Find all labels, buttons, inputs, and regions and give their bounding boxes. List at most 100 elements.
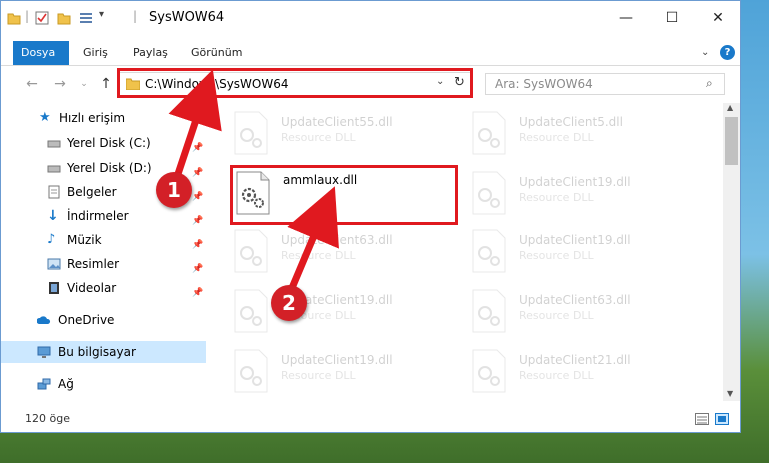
- status-bar: 120 öge: [1, 405, 740, 432]
- file-item[interactable]: UpdateClient63.dll Resource DLL: [471, 287, 701, 343]
- sidebar-item-label: Yerel Disk (C:): [67, 136, 151, 150]
- sidebar-item-label: Videolar: [67, 281, 117, 295]
- sidebar-item-label: Yerel Disk (D:): [67, 161, 152, 175]
- sidebar-item-onedrive[interactable]: OneDrive: [1, 309, 206, 331]
- sidebar-item-quick-access[interactable]: ★ Hızlı erişim: [1, 107, 206, 129]
- scroll-up-icon[interactable]: ▲: [727, 103, 733, 112]
- sidebar-item-music[interactable]: ♪ Müzik 📌: [1, 229, 206, 251]
- download-icon: ↓: [47, 208, 59, 224]
- file-name: UpdateClient63.dll: [281, 233, 393, 247]
- file-item[interactable]: UpdateClient63.dll Resource DLL: [233, 227, 463, 283]
- vertical-scrollbar[interactable]: ▲ ▼: [723, 103, 740, 401]
- scroll-thumb[interactable]: [725, 117, 738, 165]
- up-icon[interactable]: ↑: [97, 75, 115, 93]
- dll-file-icon: [234, 289, 268, 333]
- sidebar-item-label: Bu bilgisayar: [58, 345, 136, 359]
- file-name: UpdateClient5.dll: [519, 115, 623, 129]
- network-icon: [37, 378, 51, 390]
- dll-file-icon: [472, 289, 506, 333]
- step-1-badge: 1: [156, 172, 192, 208]
- pin-icon[interactable]: 📌: [192, 137, 203, 159]
- window-title: SysWOW64: [149, 10, 225, 25]
- dll-file-icon: [472, 111, 506, 155]
- large-icons-view-icon[interactable]: [715, 413, 729, 425]
- drive-icon: [47, 165, 61, 173]
- maximize-button[interactable]: ☐: [649, 1, 695, 35]
- sidebar-item-label: Resimler: [67, 257, 120, 271]
- file-name: UpdateClient63.dll: [519, 293, 631, 307]
- recent-locations-icon[interactable]: ⌄: [75, 75, 93, 93]
- sidebar-item-this-pc[interactable]: Bu bilgisayar: [1, 341, 206, 363]
- file-item[interactable]: UpdateClient21.dll Resource DLL: [471, 347, 701, 401]
- tab-dosya[interactable]: Dosya: [13, 41, 69, 65]
- file-name: UpdateClient19.dll: [519, 233, 631, 247]
- dll-file-icon: [472, 349, 506, 393]
- cloud-icon: [37, 316, 51, 324]
- sidebar-item-videos[interactable]: Videolar 📌: [1, 277, 206, 299]
- separator: |: [133, 9, 138, 23]
- sidebar-item-label: Hızlı erişim: [59, 111, 126, 125]
- sidebar-item-label: Belgeler: [67, 185, 117, 199]
- sidebar-item-label: Ağ: [58, 377, 74, 391]
- tab-gorunum[interactable]: Görünüm: [183, 41, 250, 65]
- file-type: Resource DLL: [519, 249, 594, 262]
- sidebar-item-network[interactable]: Ağ: [1, 373, 206, 395]
- minimize-button[interactable]: —: [603, 1, 649, 35]
- sidebar-item-label: Müzik: [67, 233, 102, 247]
- video-icon: [49, 282, 59, 294]
- navigation-pane: ★ Hızlı erişim Yerel Disk (C:) 📌 Yerel D…: [1, 103, 206, 401]
- search-placeholder: Ara: SysWOW64: [495, 77, 593, 91]
- file-type: Resource DLL: [519, 309, 594, 322]
- properties-icon[interactable]: [35, 11, 49, 25]
- details-view-icon[interactable]: [695, 413, 709, 425]
- file-item[interactable]: UpdateClient19.dll Resource DLL: [233, 287, 463, 343]
- file-type: Resource DLL: [519, 369, 594, 382]
- address-highlight: [117, 68, 473, 98]
- file-item[interactable]: UpdateClient55.dll Resource DLL: [233, 109, 463, 165]
- star-icon: ★: [39, 110, 51, 125]
- new-folder-icon[interactable]: [57, 11, 71, 25]
- file-item[interactable]: UpdateClient19.dll Resource DLL: [471, 227, 701, 283]
- sidebar-item-local-disk-c[interactable]: Yerel Disk (C:) 📌: [1, 132, 206, 154]
- dll-file-icon: [234, 349, 268, 393]
- ribbon-tabs: Dosya Giriş Paylaş Görünüm ⌄ ?: [1, 41, 740, 66]
- computer-icon: [37, 346, 51, 358]
- tab-paylas[interactable]: Paylaş: [125, 41, 176, 65]
- dll-file-icon: [234, 111, 268, 155]
- file-name: UpdateClient19.dll: [281, 353, 393, 367]
- file-type: Resource DLL: [281, 369, 356, 382]
- search-input[interactable]: Ara: SysWOW64 ⌕: [485, 73, 725, 95]
- chevron-down-icon[interactable]: ⌄: [701, 47, 709, 58]
- pin-icon[interactable]: 📌: [192, 282, 203, 304]
- step-2-badge: 2: [271, 285, 307, 321]
- help-icon[interactable]: ?: [720, 45, 735, 60]
- file-type: Resource DLL: [519, 131, 594, 144]
- chevron-down-icon[interactable]: ▾: [99, 9, 104, 20]
- title-bar: | ▾ | SysWOW64 — ☐ ✕: [1, 1, 740, 35]
- file-name: UpdateClient55.dll: [281, 115, 393, 129]
- file-list: UpdateClient55.dll Resource DLL UpdateCl…: [213, 103, 723, 401]
- sidebar-item-pictures[interactable]: Resimler 📌: [1, 253, 206, 275]
- separator: |: [25, 9, 30, 23]
- view-options-icon[interactable]: [79, 11, 93, 25]
- back-icon[interactable]: ←: [23, 75, 41, 93]
- document-icon: [48, 185, 60, 199]
- pictures-icon: [47, 258, 61, 270]
- dll-file-icon: [234, 229, 268, 273]
- drive-icon: [47, 140, 61, 148]
- sidebar-item-label: OneDrive: [58, 313, 115, 327]
- forward-icon[interactable]: →: [51, 75, 69, 93]
- dll-file-icon: [472, 229, 506, 273]
- file-type: Resource DLL: [281, 249, 356, 262]
- file-item[interactable]: UpdateClient19.dll Resource DLL: [471, 169, 701, 225]
- item-count: 120 öge: [25, 412, 70, 425]
- file-item[interactable]: UpdateClient5.dll Resource DLL: [471, 109, 701, 165]
- scroll-down-icon[interactable]: ▼: [727, 389, 733, 398]
- sidebar-item-downloads[interactable]: ↓ İndirmeler 📌: [1, 205, 206, 227]
- close-button[interactable]: ✕: [695, 1, 740, 35]
- tab-giris[interactable]: Giriş: [75, 41, 116, 65]
- file-name: UpdateClient21.dll: [519, 353, 631, 367]
- search-icon[interactable]: ⌕: [706, 76, 713, 91]
- file-item[interactable]: UpdateClient19.dll Resource DLL: [233, 347, 463, 401]
- file-name: UpdateClient19.dll: [519, 175, 631, 189]
